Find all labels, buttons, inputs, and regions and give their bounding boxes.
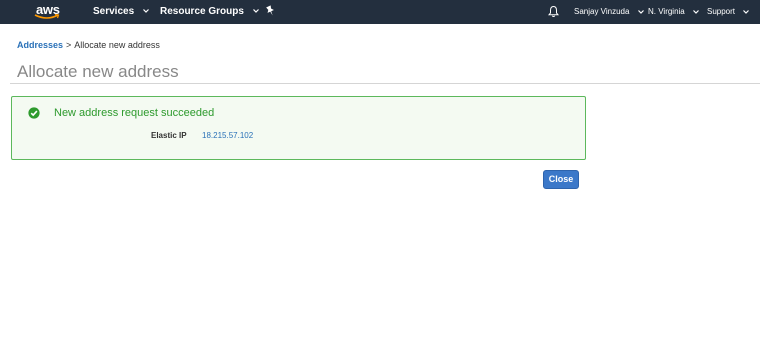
region-label: N. Virginia <box>648 7 685 16</box>
breadcrumb-separator: > <box>66 40 72 50</box>
resource-groups-label: Resource Groups <box>160 6 244 17</box>
elastic-ip-label: Elastic IP <box>151 131 187 140</box>
top-navigation-bar: aws Services Resource Groups Sanjay Vinz… <box>0 0 760 24</box>
pin-icon[interactable] <box>265 5 276 17</box>
elastic-ip-value[interactable]: 18.215.57.102 <box>202 131 253 140</box>
support-menu[interactable]: Support <box>707 0 750 24</box>
breadcrumb-link-addresses[interactable]: Addresses <box>17 40 63 50</box>
success-check-icon <box>28 107 40 119</box>
resource-groups-menu[interactable]: Resource Groups <box>160 0 259 24</box>
chevron-down-icon <box>252 9 259 14</box>
account-menu[interactable]: Sanjay Vinzuda <box>574 0 644 24</box>
logo-smile-icon <box>34 14 60 19</box>
user-name: Sanjay Vinzuda <box>574 7 630 16</box>
chevron-down-icon <box>743 9 750 14</box>
title-divider <box>10 83 760 84</box>
chevron-down-icon <box>637 9 644 14</box>
services-label: Services <box>93 6 135 17</box>
success-panel: New address request succeeded Elastic IP… <box>11 96 586 160</box>
region-menu[interactable]: N. Virginia <box>648 0 699 24</box>
chevron-down-icon <box>693 9 699 14</box>
close-button[interactable]: Close <box>543 170 579 189</box>
success-message: New address request succeeded <box>54 107 215 119</box>
bell-icon[interactable] <box>548 5 559 18</box>
support-label: Support <box>707 7 736 16</box>
aws-logo[interactable]: aws <box>34 2 64 22</box>
services-menu[interactable]: Services <box>93 0 149 24</box>
breadcrumb-current: Allocate new address <box>74 40 160 50</box>
page-title: Allocate new address <box>17 62 179 81</box>
breadcrumb: Addresses > Allocate new address <box>17 40 160 50</box>
chevron-down-icon <box>143 9 149 14</box>
